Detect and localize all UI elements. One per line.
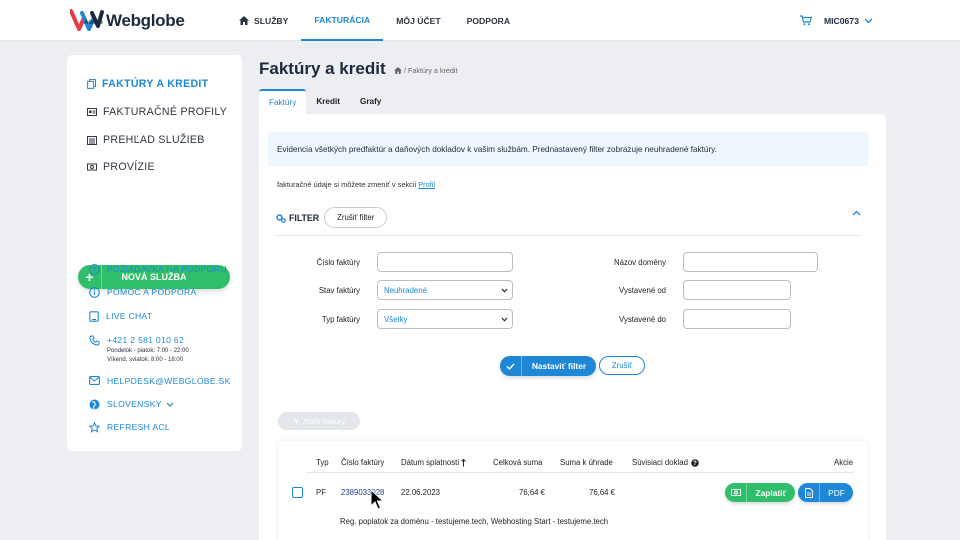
row-total: 76,64 € [519, 488, 546, 497]
row-description: Reg. poplatok za doménu - testujeme.tech… [340, 517, 609, 526]
cart-icon[interactable] [800, 15, 812, 26]
sidebar: FAKTÚRY A KREDIT FAKTURAČNÉ PROFILY PREH… [67, 55, 242, 451]
user-menu[interactable]: MIC0673 [800, 0, 873, 41]
envelope-icon [89, 376, 100, 385]
svg-text:?: ? [92, 267, 97, 274]
hours-weekday: Pondelok - piatok: 7:00 - 22:00 [107, 348, 189, 354]
chevron-up-icon[interactable] [852, 210, 861, 216]
user-name: MIC0673 [824, 15, 859, 26]
filter-header: FILTER Zrušiť filter [276, 207, 861, 236]
sidebar-item-faktury[interactable]: FAKTÚRY A KREDIT [87, 78, 208, 90]
page-title: Faktúry a kredit [259, 59, 386, 78]
row-type: PF [316, 488, 326, 497]
chevron-down-icon [864, 18, 873, 23]
sort-arrow-icon [461, 458, 466, 466]
col-suma-k-uhrade[interactable]: Suma k úhrade [560, 458, 613, 467]
phone-number: +421 2 581 010 62 [107, 335, 185, 345]
home-icon [239, 16, 249, 25]
pdf-button[interactable]: PDF [798, 483, 853, 502]
info-notice: Evidencia všetkých predfaktúr a daňových… [268, 132, 868, 166]
col-cislo[interactable]: Číslo faktúry [341, 458, 384, 467]
brand-name: Webglobe [106, 10, 185, 30]
invoice-number-input[interactable] [377, 252, 513, 272]
money-icon [87, 163, 97, 171]
question-circle-icon: ? [89, 264, 100, 275]
tab-kredit[interactable]: Kredit [306, 89, 350, 114]
main-nav: SLUŽBY FAKTURÁCIA MÔJ ÚČET PODPORA [226, 0, 523, 41]
gears-icon [276, 213, 286, 223]
globe-icon [89, 399, 100, 410]
invoice-type-select[interactable]: Všetky [377, 309, 513, 329]
cash-icon [725, 483, 747, 502]
top-bar: Webglobe Admin SLUŽBY FAKTURÁCIA MÔJ ÚČE… [0, 0, 960, 41]
issued-from-label: Vystavené od [619, 286, 666, 295]
email-link[interactable]: HELPDESK@WEBGLOBE.SK [89, 376, 231, 386]
sidebar-item-prehlad[interactable]: PREHĽAD SLUŽIEB [87, 134, 205, 146]
invoice-number-label: Číslo faktúry [316, 258, 360, 267]
check-icon [500, 356, 522, 376]
refresh-acl-link[interactable]: REFRESH ACL [89, 422, 170, 433]
main-panel: Evidencia všetkých predfaktúr a daňových… [259, 114, 886, 540]
row-checkbox[interactable] [292, 487, 303, 498]
chevron-down-icon [166, 402, 174, 407]
domain-name-label: Názov domény [613, 258, 666, 267]
chevron-down-icon [501, 317, 508, 322]
pay-button[interactable]: Zaplatiť [725, 483, 795, 502]
invoice-state-label: Stav faktúry [318, 286, 360, 295]
svg-text:?: ? [693, 461, 697, 467]
col-suvisiaci-doklad[interactable]: Súvisiaci doklad ? [632, 458, 699, 467]
nav-podpora[interactable]: PODPORA [454, 0, 523, 41]
tab-faktury[interactable]: Faktúry [259, 89, 307, 114]
col-typ[interactable]: Typ [316, 458, 329, 467]
clear-filter-button[interactable]: Zrušiť filter [324, 207, 388, 228]
chat-icon [89, 311, 99, 322]
merge-icon [293, 418, 300, 424]
tab-grafy[interactable]: Grafy [350, 89, 391, 114]
home-icon[interactable] [394, 67, 402, 74]
issued-from-input[interactable] [683, 280, 791, 300]
issued-to-input[interactable] [683, 309, 791, 329]
merge-invoices-button[interactable]: Zlúčiť faktúry [278, 412, 360, 430]
tabs: Faktúry Kredit Grafy [259, 89, 391, 114]
nav-fakturacia[interactable]: FAKTURÁCIA [301, 0, 384, 41]
breadcrumb: / Faktúry a kredit [394, 66, 458, 75]
row-due-date: 22.06.2023 [401, 488, 441, 497]
chevron-down-icon [501, 288, 508, 293]
invoice-type-label: Typ faktúry [321, 315, 360, 324]
question-circle-icon[interactable]: ? [691, 458, 699, 467]
phone-icon [89, 335, 100, 346]
sidebar-item-provizie[interactable]: PROVÍZIE [87, 161, 155, 173]
support-request-link[interactable]: ? POŽIADAVKA NA PODPORU [89, 264, 227, 275]
live-chat-link[interactable]: LIVE CHAT [89, 311, 152, 322]
hours-weekend: Víkend, sviatok: 8:00 - 18:00 [107, 356, 184, 363]
nav-sluzby[interactable]: SLUŽBY [226, 0, 301, 41]
nav-moj-ucet[interactable]: MÔJ ÚČET [383, 0, 453, 41]
sidebar-item-profily[interactable]: FAKTURAČNÉ PROFILY [87, 106, 227, 118]
domain-name-input[interactable] [683, 252, 818, 272]
col-datum[interactable]: Dátum splatnosti [401, 458, 466, 467]
header-divider [306, 472, 854, 473]
profile-note: fakturačné údaje si môžete zmeniť v sekc… [277, 180, 436, 189]
apply-filter-button[interactable]: Nastaviť filter [500, 356, 596, 376]
col-celkova-suma[interactable]: Celková suma [493, 458, 542, 467]
list-icon [87, 135, 97, 145]
invoice-table: Typ Číslo faktúry Dátum splatnosti Celko… [278, 441, 868, 540]
row-to-pay: 76,64 € [589, 488, 616, 497]
info-circle-icon [89, 287, 100, 298]
help-link[interactable]: POMOC A PODPORA [89, 287, 197, 298]
issued-to-label: Vystavené do [619, 315, 666, 324]
file-pdf-icon [798, 483, 820, 502]
language-select[interactable]: SLOVENSKY [89, 399, 174, 410]
invoice-state-select[interactable]: Neuhradené [377, 280, 513, 300]
brand-sub: Admin [84, 20, 103, 26]
filter-label: FILTER [276, 213, 319, 223]
star-icon [89, 422, 100, 433]
id-card-icon [87, 108, 97, 116]
mouse-cursor-icon [370, 489, 384, 510]
col-akcie: Akcie [834, 458, 854, 467]
phone-contact[interactable]: +421 2 581 010 62 Pondelok - piatok: 7:0… [89, 335, 189, 364]
profile-link[interactable]: Profil [418, 180, 435, 189]
cancel-filter-button[interactable]: Zrušiť [599, 356, 645, 375]
documents-icon [87, 79, 96, 89]
